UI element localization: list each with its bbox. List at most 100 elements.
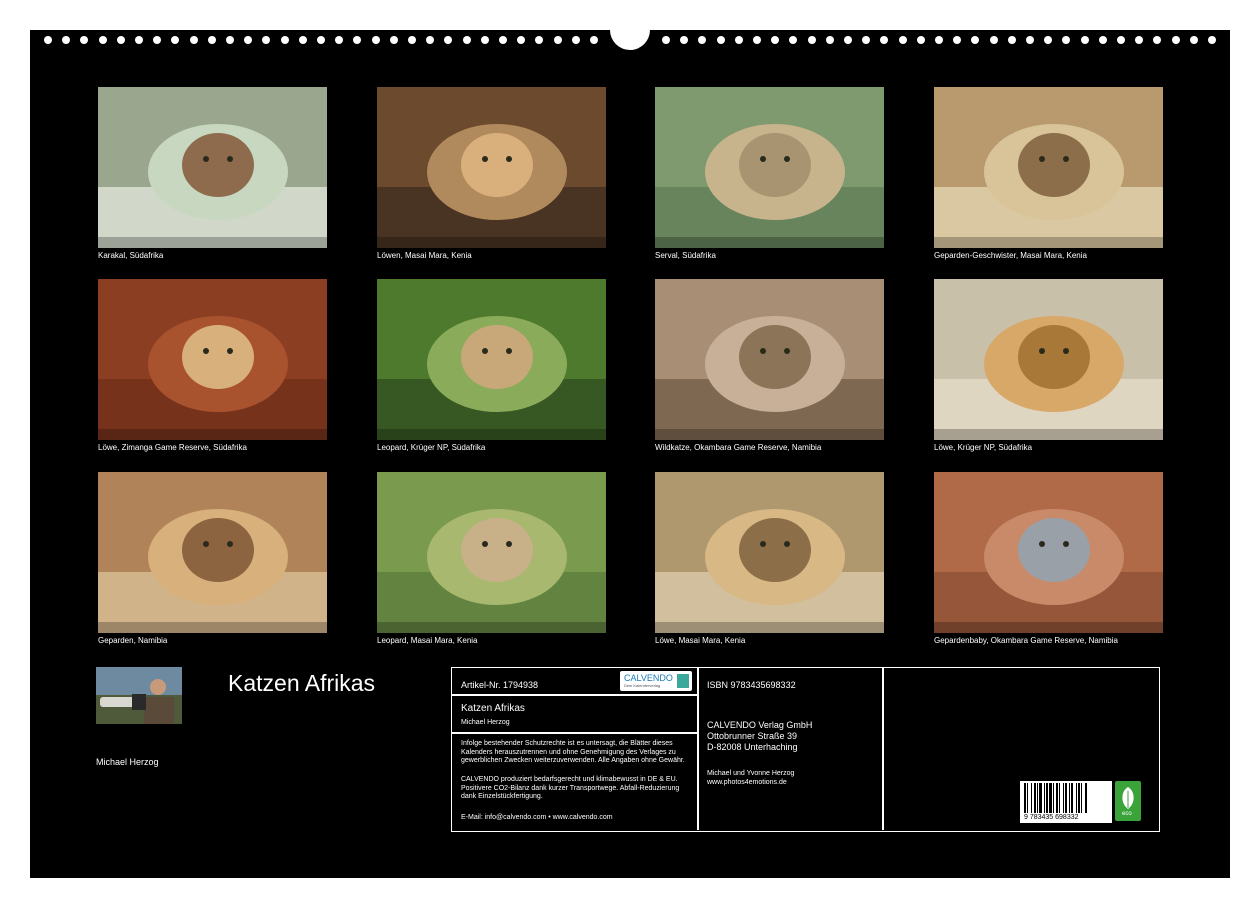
book-title: Katzen Afrikas xyxy=(461,703,525,714)
binding-hole xyxy=(62,36,71,44)
binding-hole xyxy=(280,36,289,44)
binding-hole xyxy=(1062,36,1071,44)
binding-hole xyxy=(789,36,798,44)
binding-hole xyxy=(844,36,852,44)
binding-hole xyxy=(680,36,689,44)
photo-caption: Wildkatze, Okambara Game Reserve, Namibi… xyxy=(655,443,822,452)
contact-line: E-Mail: info@calvendo.com • www.calvendo… xyxy=(461,814,613,821)
eco-notice: CALVENDO produziert bedarfsgerecht und k… xyxy=(461,776,680,800)
binding-hole xyxy=(317,36,325,44)
photo-caption: Serval, Südafrika xyxy=(655,251,716,260)
isbn: ISBN 9783435698332 xyxy=(707,680,796,690)
isbn-barcode: 9 783435 698332 xyxy=(1020,781,1112,823)
binding-hole xyxy=(953,36,962,44)
binding-hole xyxy=(517,36,526,44)
binding-hole xyxy=(80,36,89,44)
cheetahs-photo xyxy=(98,472,327,633)
calendar-back-sheet: Karakal, Südafrika Löwen, Masai Mara, Ken… xyxy=(30,28,1230,878)
photo-caption: Löwe, Masai Mara, Kenia xyxy=(655,636,746,645)
photo-caption: Leopard, Krüger NP, Südafrika xyxy=(377,443,486,452)
binding-hole xyxy=(590,36,598,44)
photo-caption: Geparden-Geschwister, Masai Mara, Kenia xyxy=(934,251,1087,260)
binding-hole xyxy=(753,36,761,44)
author-name: Michael Herzog xyxy=(96,757,159,767)
leopard-photo xyxy=(377,279,606,440)
binding-hole xyxy=(98,36,107,44)
binding-hole xyxy=(734,36,743,44)
lion-male-photo xyxy=(934,279,1163,440)
binding-hole xyxy=(1171,36,1180,44)
calvendo-logo: CALVENDO Dein Kalenderverlag xyxy=(620,671,692,691)
cheetah-baby-photo xyxy=(934,472,1163,633)
publisher-street: Ottobrunner Straße 39 xyxy=(707,731,798,741)
binding-hole xyxy=(371,36,380,44)
binding-hole xyxy=(171,36,180,44)
lion-photo xyxy=(377,87,606,248)
binding-hole xyxy=(298,36,307,44)
binding-hole xyxy=(262,36,271,44)
book-author: Michael Herzog xyxy=(461,719,510,726)
binding-hole xyxy=(880,36,889,44)
binding-hole xyxy=(1153,36,1162,44)
binding-hole xyxy=(462,36,471,44)
photo-caption: Leopard, Masai Mara, Kenia xyxy=(377,636,478,645)
binding-hole xyxy=(1117,36,1125,44)
binding-hole xyxy=(189,36,198,44)
binding-hole xyxy=(1135,36,1144,44)
lion-resting-photo xyxy=(655,472,884,633)
binding-hole xyxy=(1044,36,1053,44)
photo-caption: Karakal, Südafrika xyxy=(98,251,164,260)
binding-hole xyxy=(571,36,580,44)
article-number: Artikel-Nr. 1794938 xyxy=(461,680,539,690)
lion-cub-photo xyxy=(98,279,327,440)
binding-hole xyxy=(1098,36,1107,44)
binding-hole xyxy=(207,36,216,44)
binding-hole xyxy=(226,36,234,44)
binding-hole xyxy=(716,36,725,44)
binding-hole xyxy=(389,36,398,44)
photo-caption: Löwe, Krüger NP, Südafrika xyxy=(934,443,1033,452)
photo-caption: Löwen, Masai Mara, Kenia xyxy=(377,251,472,260)
calendar-title: Katzen Afrikas xyxy=(228,670,376,696)
photo-caption: Geparden, Namibia xyxy=(98,636,168,645)
author-photo xyxy=(96,667,182,724)
binding-hole xyxy=(916,36,925,44)
binding-hole xyxy=(480,36,489,44)
photographers: Michael und Yvonne Herzog xyxy=(707,770,795,777)
binding-hole xyxy=(662,36,670,44)
binding-hole xyxy=(535,36,544,44)
photo-caption: Gepardenbaby, Okambara Game Reserve, Nam… xyxy=(934,636,1118,645)
binding-hole xyxy=(898,36,907,44)
binding-hole xyxy=(698,36,707,44)
binding-hole xyxy=(807,36,816,44)
binding-hole xyxy=(1007,36,1016,44)
binding-hole xyxy=(153,36,162,44)
website: www.photos4emotions.de xyxy=(707,779,787,786)
binding-hole xyxy=(444,36,453,44)
caracal-photo xyxy=(98,87,327,248)
eco-leaf-icon: eco xyxy=(1115,781,1141,821)
publisher-info-box: Artikel-Nr. 1794938 CALVENDO Dein Kalend… xyxy=(451,667,1160,832)
binding-hole xyxy=(135,36,143,44)
photo-caption: Löwe, Zimanga Game Reserve, Südafrika xyxy=(98,443,247,452)
wildcat-photo xyxy=(655,279,884,440)
legal-notice: Infolge bestehender Schutzrechte ist es … xyxy=(461,740,685,764)
binding-hole xyxy=(426,36,435,44)
binding-hole xyxy=(244,36,253,44)
publisher-name: CALVENDO Verlag GmbH xyxy=(707,720,813,730)
binding-hole xyxy=(825,36,834,44)
hanger-cutout xyxy=(610,28,650,50)
binding-hole xyxy=(353,36,362,44)
binding-hole xyxy=(862,36,871,44)
binding-hole xyxy=(971,36,980,44)
serval-photo xyxy=(655,87,884,248)
binding-hole xyxy=(1026,36,1034,44)
binding-hole xyxy=(499,36,507,44)
binding-hole xyxy=(1189,36,1198,44)
binding-hole xyxy=(44,36,52,44)
binding-hole xyxy=(116,36,125,44)
binding-hole xyxy=(1080,36,1089,44)
binding-hole xyxy=(989,36,998,44)
cheetah-cubs-photo xyxy=(934,87,1163,248)
binding-hole xyxy=(408,36,416,44)
